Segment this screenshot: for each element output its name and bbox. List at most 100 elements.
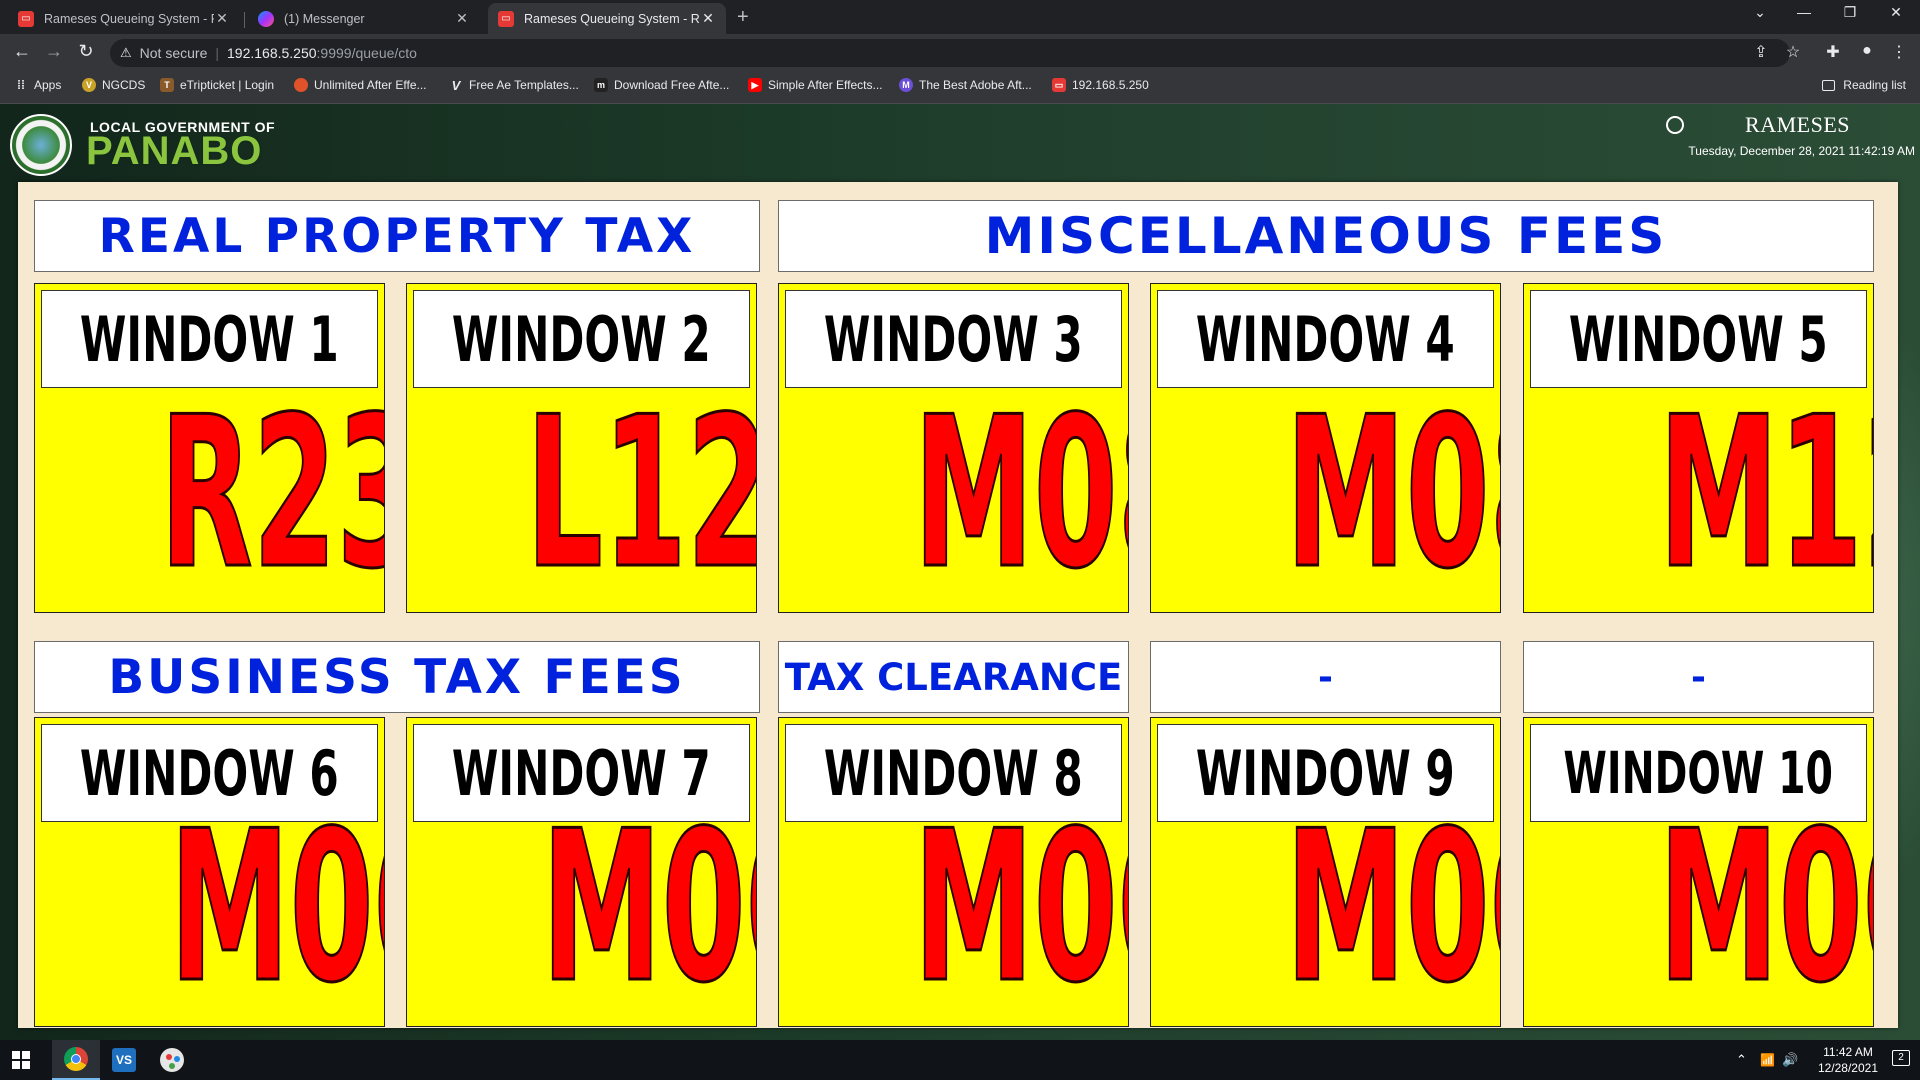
volume-icon[interactable]: 🔊 bbox=[1782, 1040, 1798, 1080]
tab-title: Rameses Queueing System - Ran bbox=[524, 11, 700, 26]
window-label: WINDOW 8 bbox=[824, 736, 1083, 810]
queue-number-box: M001 bbox=[1151, 804, 1500, 1012]
tab-title: (1) Messenger bbox=[284, 11, 365, 26]
bookmark-unlimited-after-effects[interactable]: Unlimited After Effe... bbox=[294, 78, 427, 92]
tab-rameses-active[interactable]: ▭ Rameses Queueing System - Ran ✕ bbox=[488, 3, 726, 34]
back-arrow-icon[interactable]: ← bbox=[10, 41, 34, 62]
window-label: WINDOW 4 bbox=[1196, 302, 1455, 376]
taskbar-paint[interactable] bbox=[148, 1040, 196, 1080]
notification-center-icon[interactable]: 2 bbox=[1892, 1050, 1910, 1066]
rameses-favicon-icon: ▭ bbox=[18, 10, 34, 27]
tab-title: Rameses Queueing System - Ran bbox=[44, 11, 214, 26]
network-icon[interactable]: 📶 bbox=[1760, 1040, 1775, 1080]
share-icon[interactable]: ⇪ bbox=[1750, 42, 1772, 62]
warning-triangle-icon[interactable]: ⚠ bbox=[120, 45, 132, 61]
show-hidden-icons[interactable]: ⌃ bbox=[1736, 1040, 1747, 1080]
bookmark-label: 192.168.5.250 bbox=[1072, 78, 1149, 92]
system-clock[interactable]: 11:42 AM 12/28/2021 bbox=[1818, 1044, 1878, 1076]
download-icon: m bbox=[594, 78, 608, 92]
close-tab-icon[interactable]: ✕ bbox=[454, 10, 470, 27]
address-bar[interactable]: ⚠ Not secure | 192.168.5.250 :9999/queue… bbox=[110, 39, 1790, 67]
taskbar-visual-studio[interactable]: VS bbox=[100, 1040, 148, 1080]
window-card-9: WINDOW 9 M001 bbox=[1150, 717, 1501, 1027]
category-miscellaneous-fees: MISCELLANEOUS FEES bbox=[778, 200, 1874, 272]
kebab-menu-icon[interactable]: ⋮ bbox=[1888, 42, 1910, 62]
reload-icon[interactable]: ↻ bbox=[74, 41, 98, 62]
queue-board: REAL PROPERTY TAX MISCELLANEOUS FEES BUS… bbox=[18, 182, 1898, 1028]
window-card-2: WINDOW 2 L123 bbox=[406, 283, 757, 613]
restore-icon[interactable]: ❐ bbox=[1830, 4, 1870, 21]
close-tab-icon[interactable]: ✕ bbox=[214, 10, 230, 27]
bookmark-simple-after-effects[interactable]: ▶ Simple After Effects... bbox=[748, 78, 883, 92]
bookmark-ngcds[interactable]: V NGCDS bbox=[82, 78, 145, 92]
bookmark-best-adobe[interactable]: M The Best Adobe Aft... bbox=[899, 78, 1032, 92]
apps-grid-icon: ⁞⁞ bbox=[17, 78, 25, 92]
minimize-icon[interactable]: — bbox=[1784, 4, 1824, 20]
queue-number: M083 bbox=[913, 390, 1128, 598]
windows-start-icon[interactable] bbox=[12, 1051, 30, 1069]
window-label-box: WINDOW 4 bbox=[1157, 290, 1494, 388]
window-card-1: WINDOW 1 R234 bbox=[34, 283, 385, 613]
rameses-bookmark-icon: ▭ bbox=[1052, 78, 1066, 92]
bookmark-local-ip[interactable]: ▭ 192.168.5.250 bbox=[1052, 78, 1149, 92]
bookmark-label: Apps bbox=[34, 78, 62, 92]
queue-number: R234 bbox=[159, 390, 384, 598]
close-tab-icon[interactable]: ✕ bbox=[700, 10, 716, 27]
queue-number: M001 bbox=[1658, 804, 1873, 1012]
free-ae-icon: V bbox=[451, 77, 461, 93]
lgu-name: PANABO bbox=[86, 129, 263, 173]
bookmark-star-icon[interactable]: ☆ bbox=[1782, 42, 1804, 62]
new-tab-button[interactable]: + bbox=[737, 6, 749, 29]
etripticket-icon: T bbox=[160, 78, 174, 92]
tab-messenger[interactable]: (1) Messenger ✕ bbox=[248, 3, 480, 34]
bookmark-etripticket[interactable]: T eTripticket | Login bbox=[160, 78, 274, 92]
window-label-box: WINDOW 5 bbox=[1530, 290, 1867, 388]
forward-arrow-icon[interactable]: → bbox=[42, 41, 66, 62]
bookmark-apps[interactable]: ⁞⁞ Apps bbox=[14, 78, 61, 92]
security-status: Not secure bbox=[139, 45, 208, 61]
bookmark-download-free[interactable]: m Download Free Afte... bbox=[594, 78, 729, 92]
queue-number-box: M001 bbox=[407, 804, 756, 1012]
browser-toolbar: ← → ↻ ⚠ Not secure | 192.168.5.250 :9999… bbox=[0, 34, 1920, 71]
bookmark-label: eTripticket | Login bbox=[180, 78, 275, 92]
bookmark-label: Unlimited After Effe... bbox=[314, 78, 427, 92]
clock-time: 11:42 AM bbox=[1823, 1045, 1873, 1059]
queue-number-box: R234 bbox=[35, 390, 384, 598]
category-business-tax-fees: BUSINESS TAX FEES bbox=[34, 641, 760, 713]
taskbar-chrome[interactable] bbox=[52, 1040, 100, 1080]
tab-search-icon[interactable]: ⌄ bbox=[1740, 4, 1780, 21]
category-tax-clearance: TAX CLEARANCE bbox=[778, 641, 1129, 713]
panabo-seal-logo bbox=[10, 114, 72, 176]
window-label: WINDOW 6 bbox=[80, 736, 339, 810]
window-label: WINDOW 1 bbox=[80, 302, 339, 376]
reading-list-icon bbox=[1822, 79, 1836, 91]
window-label-box: WINDOW 1 bbox=[41, 290, 378, 388]
window-card-5: WINDOW 5 M121 bbox=[1523, 283, 1874, 613]
queue-number: M001 bbox=[169, 804, 384, 1012]
bookmark-label: Download Free Afte... bbox=[614, 78, 730, 92]
windows-taskbar: VS ⌃ 📶 🔊 11:42 AM 12/28/2021 2 bbox=[0, 1040, 1920, 1080]
rameses-favicon-icon: ▭ bbox=[498, 10, 514, 27]
reading-list-button[interactable]: Reading list bbox=[1822, 78, 1906, 92]
queue-number: L123 bbox=[525, 390, 756, 598]
close-window-icon[interactable]: ✕ bbox=[1876, 4, 1916, 21]
clock-date: 12/28/2021 bbox=[1817, 1061, 1878, 1075]
bookmarks-bar: ⁞⁞ Apps V NGCDS T eTripticket | Login Un… bbox=[0, 71, 1920, 104]
queue-number-box: M086 bbox=[1151, 390, 1500, 598]
profile-avatar-icon[interactable]: ● bbox=[1856, 42, 1878, 60]
browser-tab-strip: ▭ Rameses Queueing System - Ran ✕ (1) Me… bbox=[0, 0, 1920, 34]
queue-number: M001 bbox=[1285, 804, 1500, 1012]
best-adobe-icon: M bbox=[899, 78, 913, 92]
window-label: WINDOW 10 bbox=[1563, 739, 1834, 807]
bookmark-label: NGCDS bbox=[102, 78, 146, 92]
current-datetime: Tuesday, December 28, 2021 11:42:19 AM bbox=[1688, 144, 1915, 158]
bookmark-label: Free Ae Templates... bbox=[469, 78, 579, 92]
tab-divider bbox=[244, 12, 245, 28]
tab-rameses-1[interactable]: ▭ Rameses Queueing System - Ran ✕ bbox=[8, 3, 240, 34]
extensions-puzzle-icon[interactable]: ✚ bbox=[1822, 42, 1844, 62]
bookmark-label: Simple After Effects... bbox=[768, 78, 883, 92]
address-divider: | bbox=[215, 45, 219, 61]
window-label-box: WINDOW 3 bbox=[785, 290, 1122, 388]
bookmark-free-ae-templates[interactable]: V Free Ae Templates... bbox=[449, 77, 579, 93]
category-window-10-blank: - bbox=[1523, 641, 1874, 713]
